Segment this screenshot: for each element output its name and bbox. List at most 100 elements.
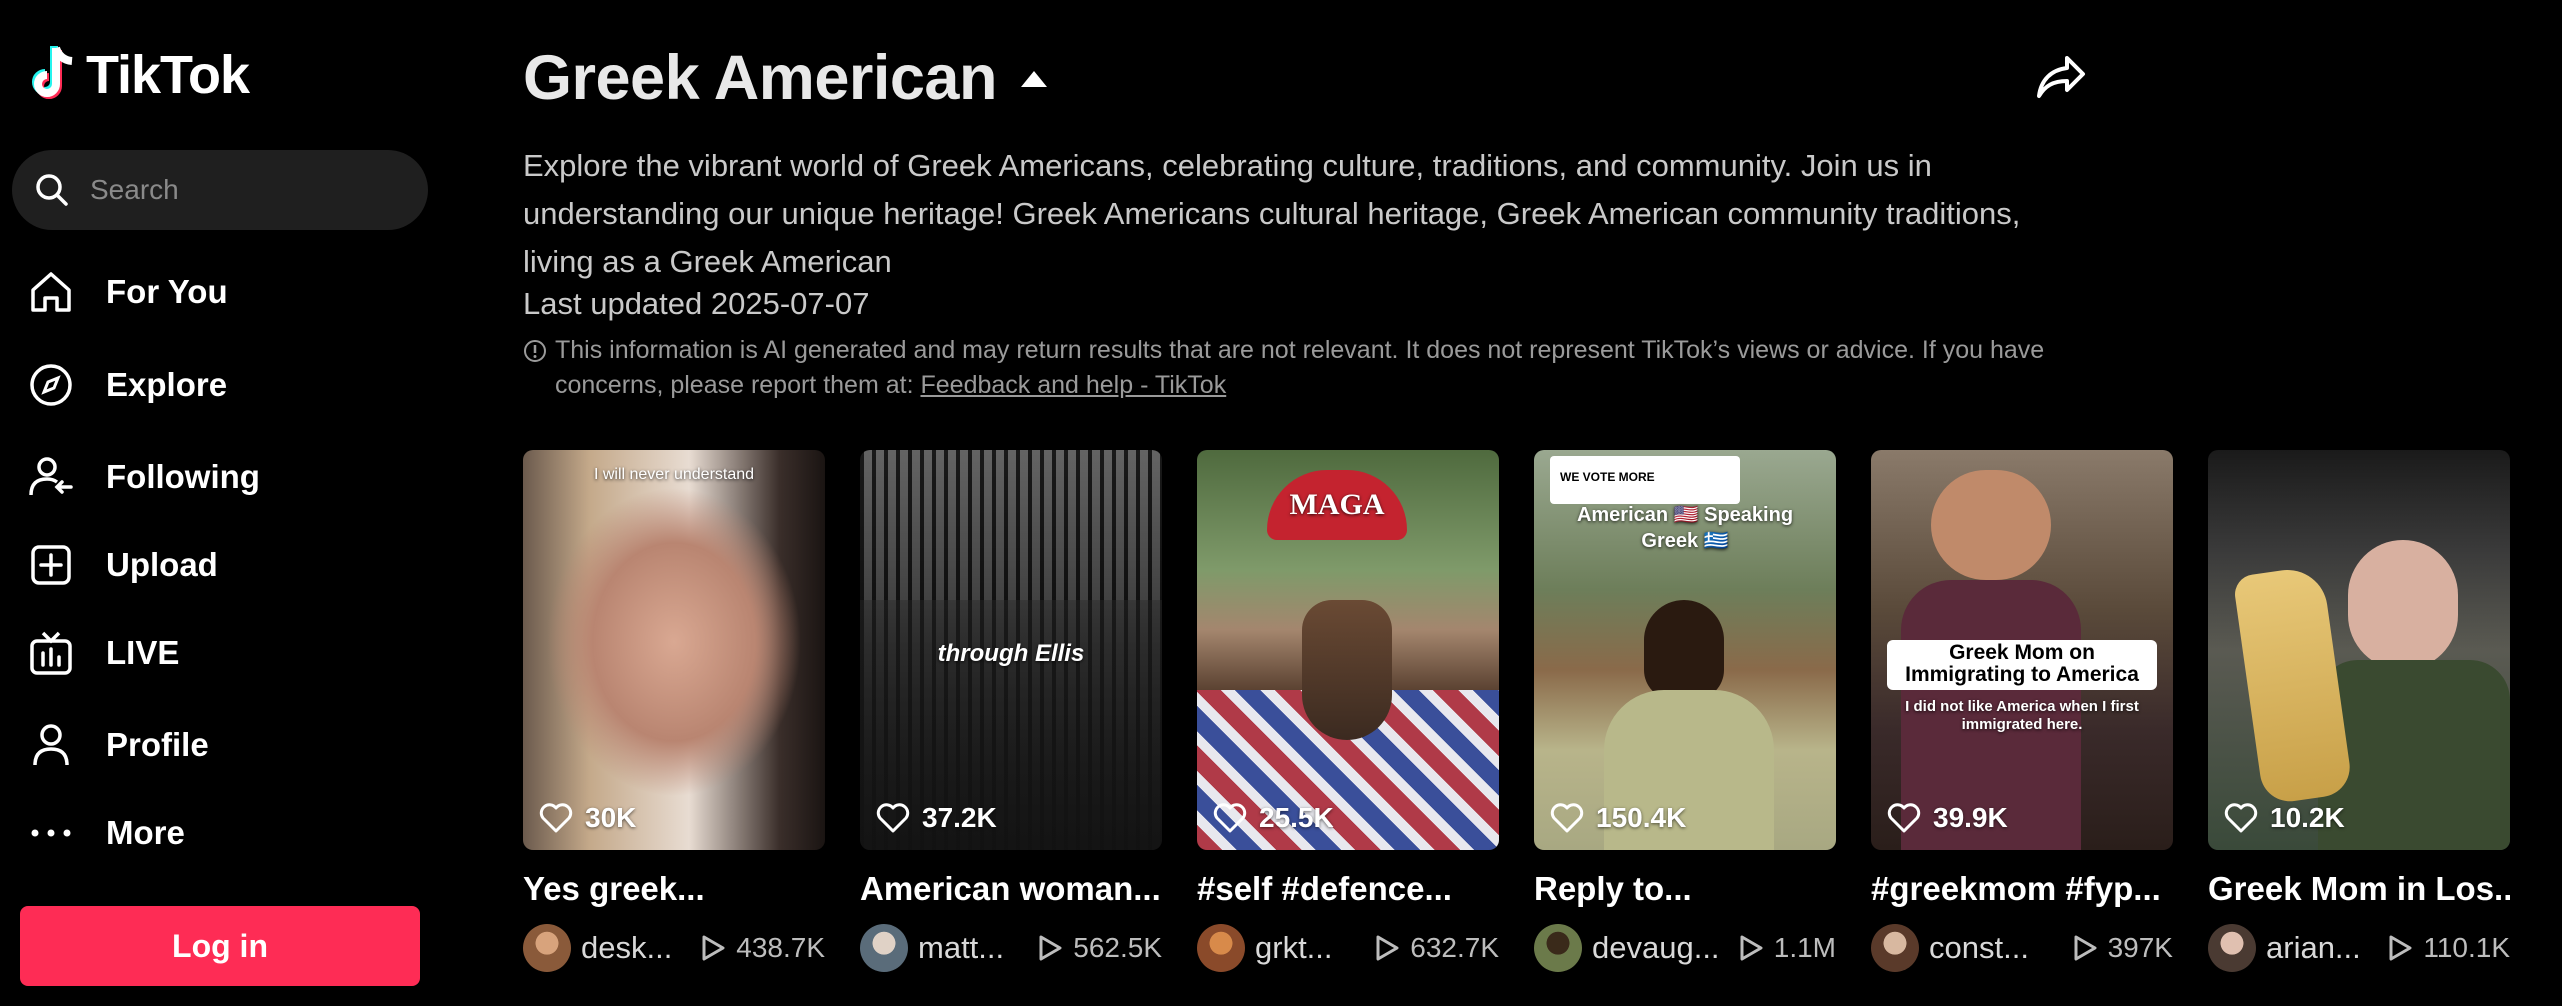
- compass-icon: [26, 360, 76, 410]
- share-icon[interactable]: [2033, 50, 2089, 106]
- video-card[interactable]: WE VOTE MORE American 🇺🇸 Speaking Greek …: [1534, 450, 1836, 972]
- like-count: 25.5K: [1213, 802, 1334, 834]
- like-count: 30K: [539, 802, 636, 834]
- following-icon: [26, 452, 76, 502]
- tiktok-logo[interactable]: TikTok: [26, 44, 250, 106]
- video-author[interactable]: arian...: [2208, 924, 2361, 972]
- play-icon: [1039, 935, 1062, 961]
- video-meta: desk... 438.7K: [523, 924, 825, 972]
- view-count-value: 632.7K: [1410, 932, 1499, 963]
- view-count: 1.1M: [1738, 932, 1836, 964]
- video-card[interactable]: 10.2K Greek Mom in Los... arian... 110.1…: [2208, 450, 2510, 972]
- video-caption[interactable]: American woman...: [860, 870, 1162, 908]
- heart-icon: [1887, 803, 1921, 833]
- heart-icon: [539, 803, 573, 833]
- nav-label: More: [106, 814, 185, 851]
- video-author[interactable]: grkt...: [1197, 924, 1333, 972]
- ai-disclaimer: This information is AI generated and may…: [523, 333, 2103, 403]
- search-bar[interactable]: [12, 150, 428, 230]
- heart-icon: [1213, 803, 1247, 833]
- author-name: desk...: [581, 930, 673, 965]
- video-caption[interactable]: #self #defence...: [1197, 870, 1499, 908]
- view-count-value: 397K: [2107, 932, 2173, 963]
- tiktok-logo-icon: [32, 46, 73, 99]
- avatar: [860, 924, 908, 972]
- live-icon: [26, 628, 76, 678]
- nav-item-explore[interactable]: Explore: [26, 355, 426, 415]
- video-card[interactable]: through Ellis 37.2K American woman... ma…: [860, 450, 1162, 972]
- view-count: 110.1K: [2387, 932, 2510, 964]
- upload-icon: [26, 540, 76, 590]
- video-thumbnail[interactable]: Greek Mom on Immigrating to America I di…: [1871, 450, 2173, 850]
- play-icon: [2074, 935, 2097, 961]
- search-input[interactable]: [90, 174, 410, 206]
- caret-up-icon[interactable]: [1019, 67, 1049, 89]
- video-author[interactable]: matt...: [860, 924, 1004, 972]
- search-icon: [36, 174, 68, 206]
- video-caption[interactable]: Yes greek...: [523, 870, 825, 908]
- avatar: [1197, 924, 1245, 972]
- view-count: 397K: [2072, 932, 2173, 964]
- video-caption[interactable]: #greekmom #fyp...: [1871, 870, 2173, 908]
- nav-item-more[interactable]: More: [26, 803, 426, 863]
- video-card[interactable]: I will never understand 30K Yes greek...…: [523, 450, 825, 972]
- video-overlay-top: WE VOTE MORE: [1560, 470, 1655, 484]
- video-overlay-text: I will never understand: [593, 466, 755, 483]
- heart-icon: [876, 803, 910, 833]
- nav-label: For You: [106, 273, 228, 310]
- video-meta: const... 397K: [1871, 924, 2173, 972]
- like-count-value: 25.5K: [1259, 802, 1334, 833]
- nav-label: Profile: [106, 726, 209, 763]
- nav-item-upload[interactable]: Upload: [26, 535, 426, 595]
- view-count-value: 562.5K: [1073, 932, 1162, 963]
- video-caption[interactable]: Greek Mom in Los...: [2208, 870, 2510, 908]
- video-meta: arian... 110.1K: [2208, 924, 2510, 972]
- page-title: Greek American: [523, 43, 997, 113]
- video-overlay-text: MAGA: [1289, 488, 1385, 521]
- video-thumbnail[interactable]: WE VOTE MORE American 🇺🇸 Speaking Greek …: [1534, 450, 1836, 850]
- view-count-value: 1.1M: [1773, 932, 1836, 963]
- view-count-value: 438.7K: [736, 932, 825, 963]
- video-meta: devaug... 1.1M: [1534, 924, 1836, 972]
- video-thumbnail[interactable]: MAGA 25.5K: [1197, 450, 1499, 850]
- disclaimer-text: This information is AI generated and may…: [555, 336, 2045, 399]
- nav-item-live[interactable]: LIVE: [26, 623, 426, 683]
- topic-header: Greek American: [523, 42, 1049, 114]
- video-author[interactable]: desk...: [523, 924, 672, 972]
- video-thumbnail[interactable]: 10.2K: [2208, 450, 2510, 850]
- info-icon: [524, 340, 546, 362]
- like-count: 37.2K: [876, 802, 997, 834]
- nav-item-profile[interactable]: Profile: [26, 715, 426, 775]
- view-count-value: 110.1K: [2423, 932, 2510, 963]
- play-icon: [702, 935, 725, 961]
- feedback-link[interactable]: Feedback and help - TikTok: [920, 371, 1226, 399]
- author-name: const...: [1929, 930, 2029, 965]
- avatar: [1534, 924, 1582, 972]
- nav-item-following[interactable]: Following: [26, 447, 426, 507]
- nav-item-for-you[interactable]: For You: [26, 262, 426, 322]
- avatar: [523, 924, 571, 972]
- video-overlay-text: through Ellis: [937, 640, 1085, 667]
- video-author[interactable]: const...: [1871, 924, 2029, 972]
- play-icon: [1740, 935, 1763, 961]
- video-meta: grkt... 632.7K: [1197, 924, 1499, 972]
- video-card[interactable]: MAGA 25.5K #self #defence... grkt... 632…: [1197, 450, 1499, 972]
- heart-icon: [1550, 803, 1584, 833]
- video-thumbnail[interactable]: through Ellis 37.2K: [860, 450, 1162, 850]
- login-button[interactable]: Log in: [20, 906, 420, 986]
- like-count-value: 37.2K: [922, 802, 997, 833]
- like-count-value: 10.2K: [2270, 802, 2345, 833]
- author-name: arian...: [2266, 930, 2361, 965]
- nav-label: Following: [106, 458, 260, 495]
- video-thumbnail[interactable]: I will never understand 30K: [523, 450, 825, 850]
- video-caption[interactable]: Reply to...: [1534, 870, 1836, 908]
- video-author[interactable]: devaug...: [1534, 924, 1720, 972]
- profile-icon: [26, 720, 76, 770]
- view-count: 438.7K: [700, 932, 825, 964]
- video-card[interactable]: Greek Mom on Immigrating to America I di…: [1871, 450, 2173, 972]
- avatar: [2208, 924, 2256, 972]
- video-overlay-sub: I did not like America when I first immi…: [1905, 698, 2139, 733]
- like-count: 39.9K: [1887, 802, 2008, 834]
- heart-icon: [2224, 803, 2258, 833]
- like-count: 150.4K: [1550, 802, 1686, 834]
